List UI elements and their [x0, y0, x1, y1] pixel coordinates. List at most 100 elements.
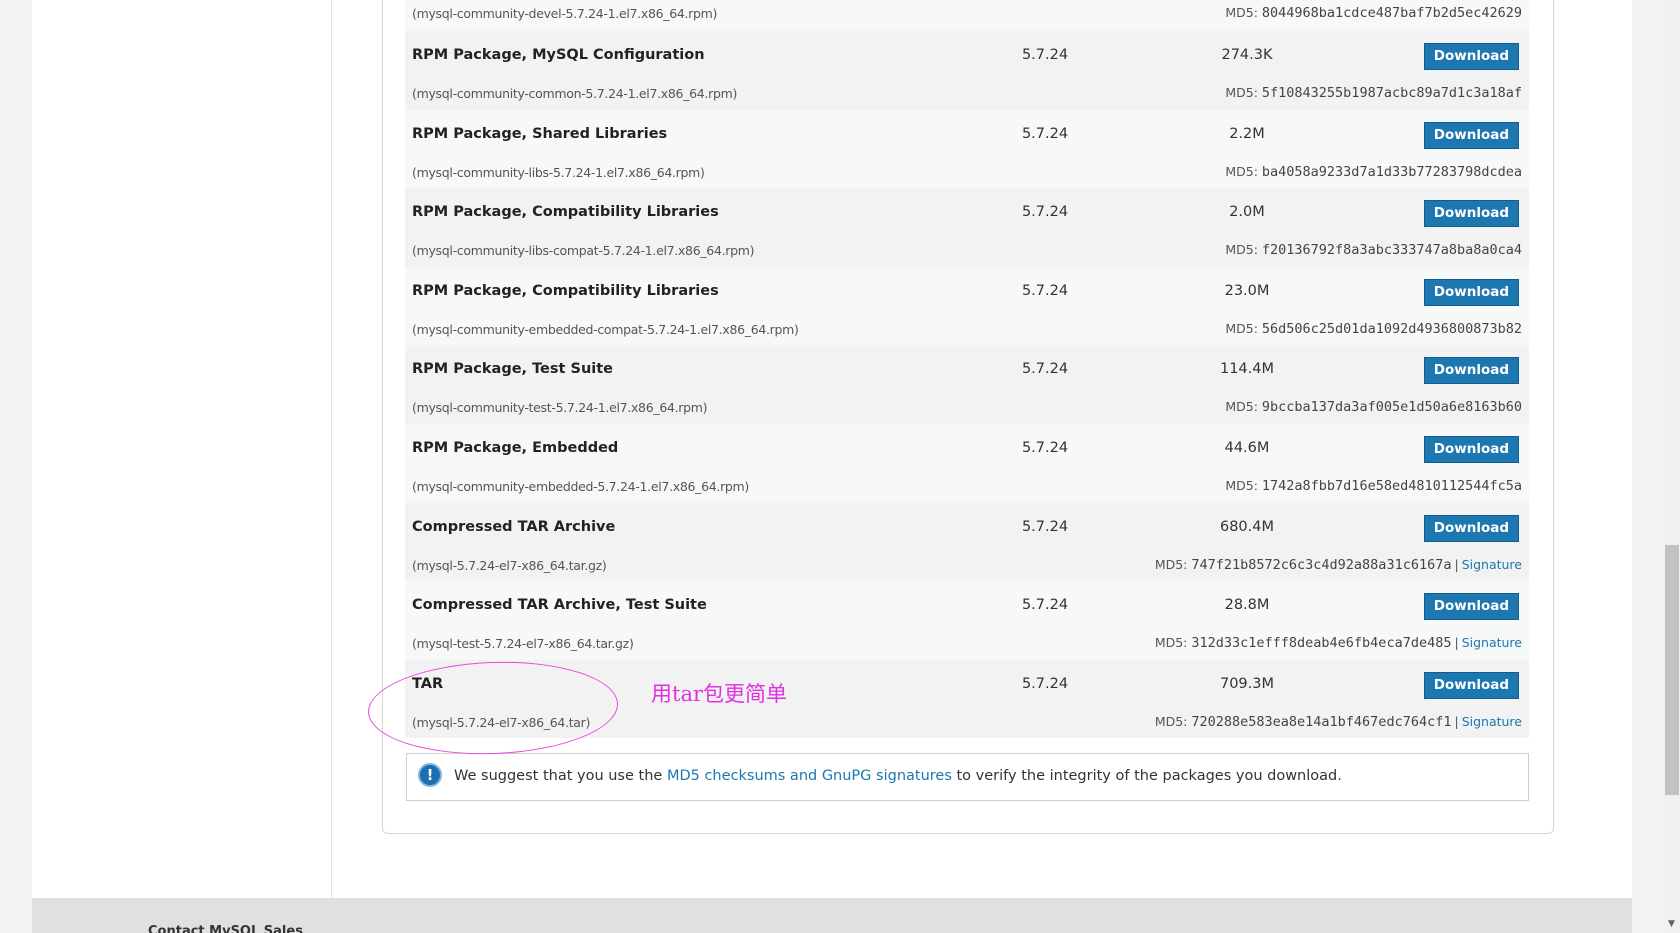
signature-link[interactable]: Signature: [1462, 714, 1522, 729]
package-filename: (mysql-community-devel-5.7.24-1.el7.x86_…: [412, 6, 718, 21]
table-row: Compressed TAR Archive 5.7.24 680.4M Downlo…: [405, 502, 1529, 582]
package-size: 114.4M: [1219, 361, 1275, 378]
md5-hash: ba4058a9233d7a1d33b77283798dcdea: [1261, 163, 1522, 180]
package-name: RPM Package, Embedded: [412, 439, 619, 456]
package-name: RPM Package, MySQL Configuration: [412, 47, 705, 63]
md5-hash: 1742a8fbb7d16e58ed4810112544fc5a: [1261, 477, 1522, 494]
download-button[interactable]: Download: [1423, 435, 1519, 463]
vertical-scrollbar[interactable]: ▼: [1663, 0, 1680, 933]
package-name: Compressed TAR Archive, Test Suite: [412, 597, 707, 614]
download-button[interactable]: Download: [1423, 593, 1519, 621]
md5-checksum: MD5: 56d506c25d01da1092d4936800873b82: [1225, 321, 1522, 337]
package-filename: (mysql-community-libs-compat-5.7.24-1.el…: [412, 243, 755, 259]
md5-hash: 5f10843255b1987acbc89a7d1c3a18af: [1261, 85, 1522, 101]
md5-checksum: MD5: 720288e583ea8e14a1bf467edc764cf1 | Si…: [1155, 714, 1522, 730]
package-version: 5.7.24: [1021, 47, 1069, 63]
integrity-text: We suggest that you use the MD5 checksum…: [454, 768, 1342, 784]
md5-hash: 312d33c1efff8deab4e6fb4eca7de485: [1191, 635, 1452, 652]
package-rows: RPM Package, MySQL Configuration 5.7.24 27…: [405, 31, 1529, 739]
package-name: RPM Package, Shared Libraries: [412, 125, 668, 142]
package-name: RPM Package, Compatibility Libraries: [412, 204, 719, 221]
md5-hash: f20136792f8a3abc333747a8ba8a0ca4: [1261, 242, 1522, 259]
md5-checksum: MD5: 312d33c1efff8deab4e6fb4eca7de485 | Si…: [1155, 635, 1522, 651]
table-row: RPM Package, Embedded 5.7.24 44.6M Download…: [405, 423, 1529, 503]
package-filename: (mysql-community-libs-5.7.24-1.el7.x86_6…: [412, 164, 705, 180]
package-name: RPM Package, Compatibility Libraries: [412, 282, 719, 299]
package-version: 5.7.24: [1021, 282, 1069, 299]
package-size: 709.3M: [1219, 675, 1275, 692]
footer-title: Contact MySQL Sales: [148, 924, 303, 933]
scroll-down-arrow-icon[interactable]: ▼: [1663, 916, 1680, 933]
integrity-text-before: We suggest that you use the: [454, 768, 667, 784]
package-filename: (mysql-community-embedded-compat-5.7.24-…: [412, 321, 799, 337]
md5-label: MD5:: [1225, 477, 1258, 493]
package-size: 680.4M: [1219, 518, 1275, 535]
md5-hash: 56d506c25d01da1092d4936800873b82: [1261, 320, 1522, 337]
table-row: RPM Package, MySQL Configuration 5.7.24 27…: [405, 31, 1529, 110]
package-filename: (mysql-community-embedded-5.7.24-1.el7.x…: [412, 478, 750, 494]
md5-label: MD5:: [1154, 556, 1188, 572]
package-version: 5.7.24: [1021, 125, 1069, 142]
package-size: 274.3K: [1221, 47, 1273, 63]
md5-checksum: MD5: 5f10843255b1987acbc89a7d1c3a18af: [1225, 85, 1522, 101]
downloads-table: (mysql-community-devel-5.7.24-1.el7.x86_…: [405, 0, 1529, 739]
package-size: 28.8M: [1224, 597, 1270, 614]
package-version: 5.7.24: [1021, 361, 1069, 378]
md5-hash: 747f21b8572c6c3c4d92a88a31c6167a: [1191, 556, 1452, 573]
md5-label: MD5:: [1225, 320, 1258, 336]
integrity-note: ! We suggest that you use the MD5 checks…: [406, 753, 1529, 801]
package-size: 44.6M: [1224, 439, 1270, 456]
table-row: Compressed TAR Archive, Test Suite 5.7.24…: [405, 581, 1529, 660]
package-version: 5.7.24: [1021, 675, 1069, 692]
download-button[interactable]: Download: [1423, 357, 1519, 385]
md5-label: MD5:: [1154, 713, 1188, 729]
package-version: 5.7.24: [1021, 204, 1069, 221]
md5-label: MD5:: [1225, 399, 1258, 415]
package-filename: (mysql-community-common-5.7.24-1.el7.x86…: [412, 86, 738, 101]
md5-label: MD5:: [1225, 5, 1258, 20]
md5-hash: 9bccba137da3af005e1d50a6e8163b60: [1261, 399, 1522, 416]
download-button[interactable]: Download: [1423, 43, 1519, 70]
download-button[interactable]: Download: [1423, 200, 1519, 228]
footer: Contact MySQL Sales: [32, 898, 1632, 933]
package-name: Compressed TAR Archive: [412, 518, 616, 535]
package-filename: (mysql-test-5.7.24-el7-x86_64.tar.gz): [412, 636, 634, 652]
separator: |: [1454, 635, 1459, 651]
table-row: RPM Package, Shared Libraries 5.7.24 2.2M D…: [405, 109, 1529, 189]
download-button[interactable]: Download: [1423, 671, 1519, 699]
scrollbar-thumb[interactable]: [1665, 545, 1679, 795]
md5-label: MD5:: [1225, 242, 1258, 258]
package-size: 23.0M: [1224, 282, 1270, 299]
signature-link[interactable]: Signature: [1462, 635, 1522, 650]
download-button[interactable]: Download: [1423, 121, 1519, 149]
package-size: 2.0M: [1229, 204, 1265, 221]
package-name: RPM Package, Test Suite: [412, 361, 613, 378]
browser-viewport: (mysql-community-devel-5.7.24-1.el7.x86_…: [0, 0, 1680, 933]
download-button[interactable]: Download: [1423, 278, 1519, 306]
package-size: 2.2M: [1229, 125, 1265, 142]
left-sidebar: [32, 0, 332, 898]
md5-checksum: MD5: 747f21b8572c6c3c4d92a88a31c6167a | Si…: [1155, 557, 1522, 573]
info-icon: !: [418, 763, 442, 787]
md5-hash: 720288e583ea8e14a1bf467edc764cf1: [1191, 713, 1452, 730]
signature-link[interactable]: Signature: [1462, 557, 1522, 572]
md5-checksum: MD5: f20136792f8a3abc333747a8ba8a0ca4: [1225, 242, 1522, 258]
table-row: (mysql-community-devel-5.7.24-1.el7.x86_…: [405, 0, 1529, 31]
md5-hash: 8044968ba1cdce487baf7b2d5ec42629: [1261, 5, 1522, 21]
md5-checksum: MD5: 8044968ba1cdce487baf7b2d5ec42629: [1225, 5, 1522, 21]
md5-checksum: MD5: 1742a8fbb7d16e58ed4810112544fc5a: [1225, 478, 1522, 494]
package-version: 5.7.24: [1021, 518, 1069, 535]
md5-label: MD5:: [1225, 85, 1258, 100]
md5-checksum: MD5: 9bccba137da3af005e1d50a6e8163b60: [1225, 399, 1522, 415]
md5-label: MD5:: [1154, 635, 1188, 651]
package-filename: (mysql-community-test-5.7.24-1.el7.x86_6…: [412, 400, 708, 416]
package-filename: (mysql-5.7.24-el7-x86_64.tar.gz): [412, 557, 607, 573]
separator: |: [1454, 713, 1459, 729]
integrity-text-after: to verify the integrity of the packages …: [951, 768, 1342, 784]
table-row: RPM Package, Compatibility Libraries 5.7.…: [405, 266, 1529, 346]
download-button[interactable]: Download: [1423, 514, 1519, 542]
package-version: 5.7.24: [1021, 439, 1069, 456]
package-version: 5.7.24: [1021, 597, 1069, 614]
md5-label: MD5:: [1225, 163, 1258, 179]
checksums-signatures-link[interactable]: MD5 checksums and GnuPG signatures: [667, 768, 952, 784]
